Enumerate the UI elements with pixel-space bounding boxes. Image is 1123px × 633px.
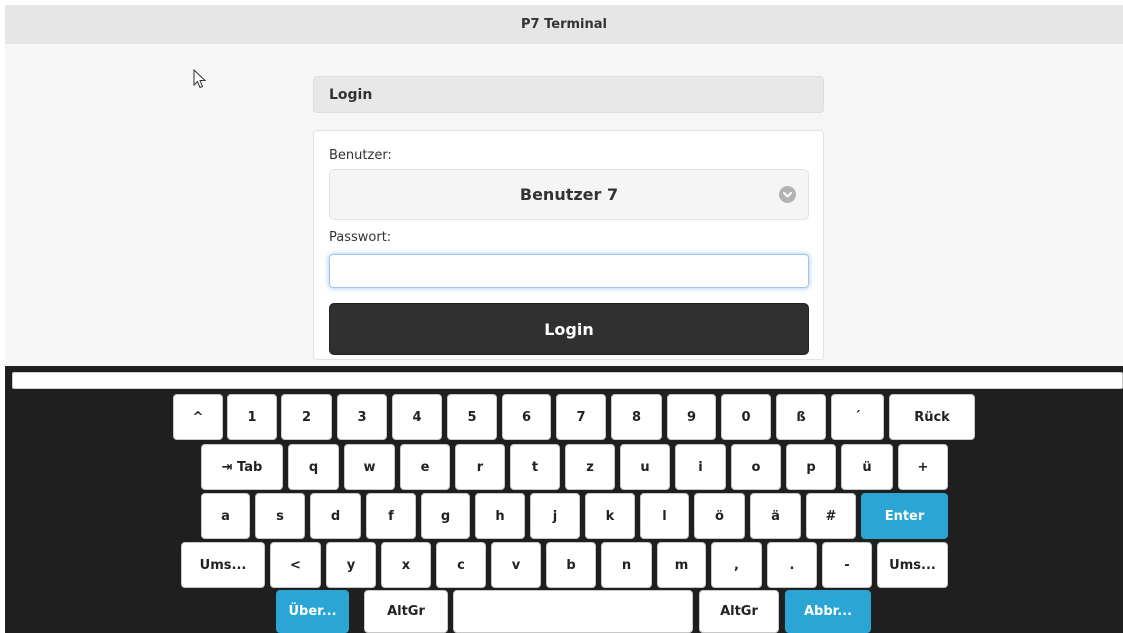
key-plus[interactable]: + [898,444,948,490]
key-9[interactable]: 9 [667,394,716,440]
window-titlebar: P7 Terminal [5,5,1123,44]
key-shift-left[interactable]: Ums... [181,542,265,588]
key-z[interactable]: z [565,444,615,490]
key-u[interactable]: u [620,444,670,490]
key-g[interactable]: g [421,493,470,539]
key-3[interactable]: 3 [337,394,387,440]
key-altgr-left[interactable]: AltGr [364,590,448,633]
key-n[interactable]: n [601,542,652,588]
key-hash[interactable]: # [806,493,856,539]
key-eszett[interactable]: ß [776,394,826,440]
key-6[interactable]: 6 [502,394,551,440]
key-less-than[interactable]: < [270,542,321,588]
key-l[interactable]: l [640,493,689,539]
key-h[interactable]: h [475,493,525,539]
key-5[interactable]: 5 [447,394,497,440]
key-0[interactable]: 0 [721,394,771,440]
key-cancel[interactable]: Abbr... [785,590,871,633]
window-title: P7 Terminal [521,17,607,32]
key-ue[interactable]: ü [841,444,893,490]
virtual-keyboard: ^ 1 2 3 4 5 6 7 8 9 0 ß ´ Rück ⇥ Tab q w e r t z u i o p ü + a s d f g h… [5,366,1123,633]
key-i[interactable]: i [675,444,726,490]
key-altgr-right[interactable]: AltGr [699,590,779,633]
key-w[interactable]: w [344,444,395,490]
key-shift-right[interactable]: Ums... [877,542,948,588]
key-oe[interactable]: ö [694,493,745,539]
login-header-title: Login [329,86,373,103]
key-m[interactable]: m [657,542,706,588]
user-select-value: Benutzer 7 [519,185,619,204]
key-ae[interactable]: ä [750,493,801,539]
mouse-cursor-icon [193,69,207,89]
key-a[interactable]: a [201,493,250,539]
key-acute[interactable]: ´ [831,394,884,440]
key-j[interactable]: j [530,493,580,539]
key-p[interactable]: p [786,444,836,490]
key-s[interactable]: s [255,493,305,539]
chevron-down-icon [779,186,796,203]
key-backspace[interactable]: Rück [889,394,975,440]
login-button[interactable]: Login [329,303,809,355]
key-2[interactable]: 2 [281,394,332,440]
key-8[interactable]: 8 [611,394,662,440]
login-form: Benutzer: Benutzer 7 Passwort: Login [313,130,824,360]
key-tab[interactable]: ⇥ Tab [201,444,283,490]
key-v[interactable]: v [491,542,541,588]
key-e[interactable]: e [400,444,450,490]
key-x[interactable]: x [381,542,431,588]
key-minus[interactable]: - [822,542,872,588]
key-accept[interactable]: Über... [276,590,349,633]
key-o[interactable]: o [731,444,781,490]
key-k[interactable]: k [585,493,635,539]
key-f[interactable]: f [366,493,416,539]
key-r[interactable]: r [455,444,505,490]
key-y[interactable]: y [326,542,376,588]
key-space[interactable] [453,590,693,633]
key-1[interactable]: 1 [227,394,277,440]
key-q[interactable]: q [288,444,339,490]
key-period[interactable]: . [767,542,817,588]
key-b[interactable]: b [546,542,596,588]
login-panel-header: Login [313,76,824,113]
key-c[interactable]: c [436,542,486,588]
key-enter[interactable]: Enter [861,493,948,539]
key-d[interactable]: d [310,493,361,539]
key-caret[interactable]: ^ [173,394,223,440]
user-label: Benutzer: [329,148,392,163]
password-input[interactable] [329,254,809,288]
user-select[interactable]: Benutzer 7 [329,169,809,220]
keyboard-input-display[interactable] [12,372,1123,389]
key-t[interactable]: t [510,444,560,490]
password-label: Passwort: [329,230,392,245]
key-7[interactable]: 7 [556,394,606,440]
key-4[interactable]: 4 [392,394,442,440]
key-comma[interactable]: , [711,542,762,588]
login-button-label: Login [544,319,594,339]
